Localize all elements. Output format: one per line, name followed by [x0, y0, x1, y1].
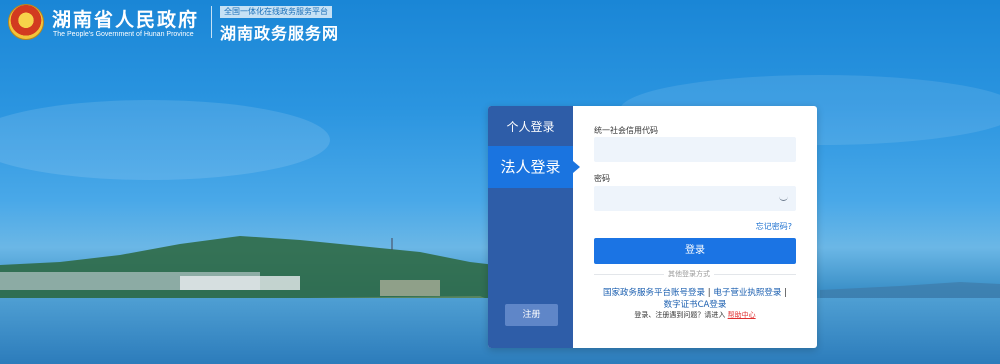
government-subtitle: The People's Government of Hunan Provinc… [53, 31, 194, 38]
login-type-sidebar: 个人登录 法人登录 注册 [488, 106, 580, 348]
site-header: ★ 湖南省人民政府 The People's Government of Hun… [0, 0, 1000, 46]
password-input[interactable] [594, 186, 796, 211]
tab-personal-login[interactable]: 个人登录 [488, 118, 573, 136]
credit-code-input[interactable] [594, 137, 796, 162]
business-license-login-link[interactable]: 电子营业执照登录 [713, 288, 781, 298]
password-label: 密码 [594, 174, 610, 183]
government-title: 湖南省人民政府 [52, 9, 200, 31]
alternative-login-links: 国家政务服务平台账号登录 | 电子营业执照登录 | 数字证书CA登录 [587, 287, 803, 311]
help-prefix: 登录、注册遇到问题？请进入 [634, 311, 726, 319]
register-button[interactable]: 注册 [505, 304, 558, 326]
header-divider [211, 6, 212, 38]
login-card: 个人登录 法人登录 注册 统一社会信用代码 密码 忘记密码? 登录 其他登录方式… [488, 106, 817, 348]
star-icon: ★ [19, 12, 32, 28]
help-center-link[interactable]: 帮助中心 [728, 311, 756, 319]
platform-name[interactable]: 湖南政务服务网 [220, 20, 339, 44]
tab-legal-login[interactable]: 法人登录 [488, 146, 580, 188]
ca-certificate-login-link[interactable]: 数字证书CA登录 [664, 300, 727, 310]
credit-code-label: 统一社会信用代码 [594, 126, 658, 135]
help-line: 登录、注册遇到问题？请进入 帮助中心 [587, 310, 803, 320]
national-emblem-icon: ★ [8, 4, 44, 40]
link-separator: | [784, 288, 787, 298]
link-separator: | [707, 288, 711, 298]
national-platform-login-link[interactable]: 国家政务服务平台账号登录 [603, 288, 705, 298]
other-methods-label: 其他登录方式 [664, 269, 714, 279]
platform-tag: 全国一体化在线政务服务平台 [220, 6, 332, 18]
login-button[interactable]: 登录 [594, 238, 796, 264]
forgot-password-link[interactable]: 忘记密码? [756, 221, 792, 232]
